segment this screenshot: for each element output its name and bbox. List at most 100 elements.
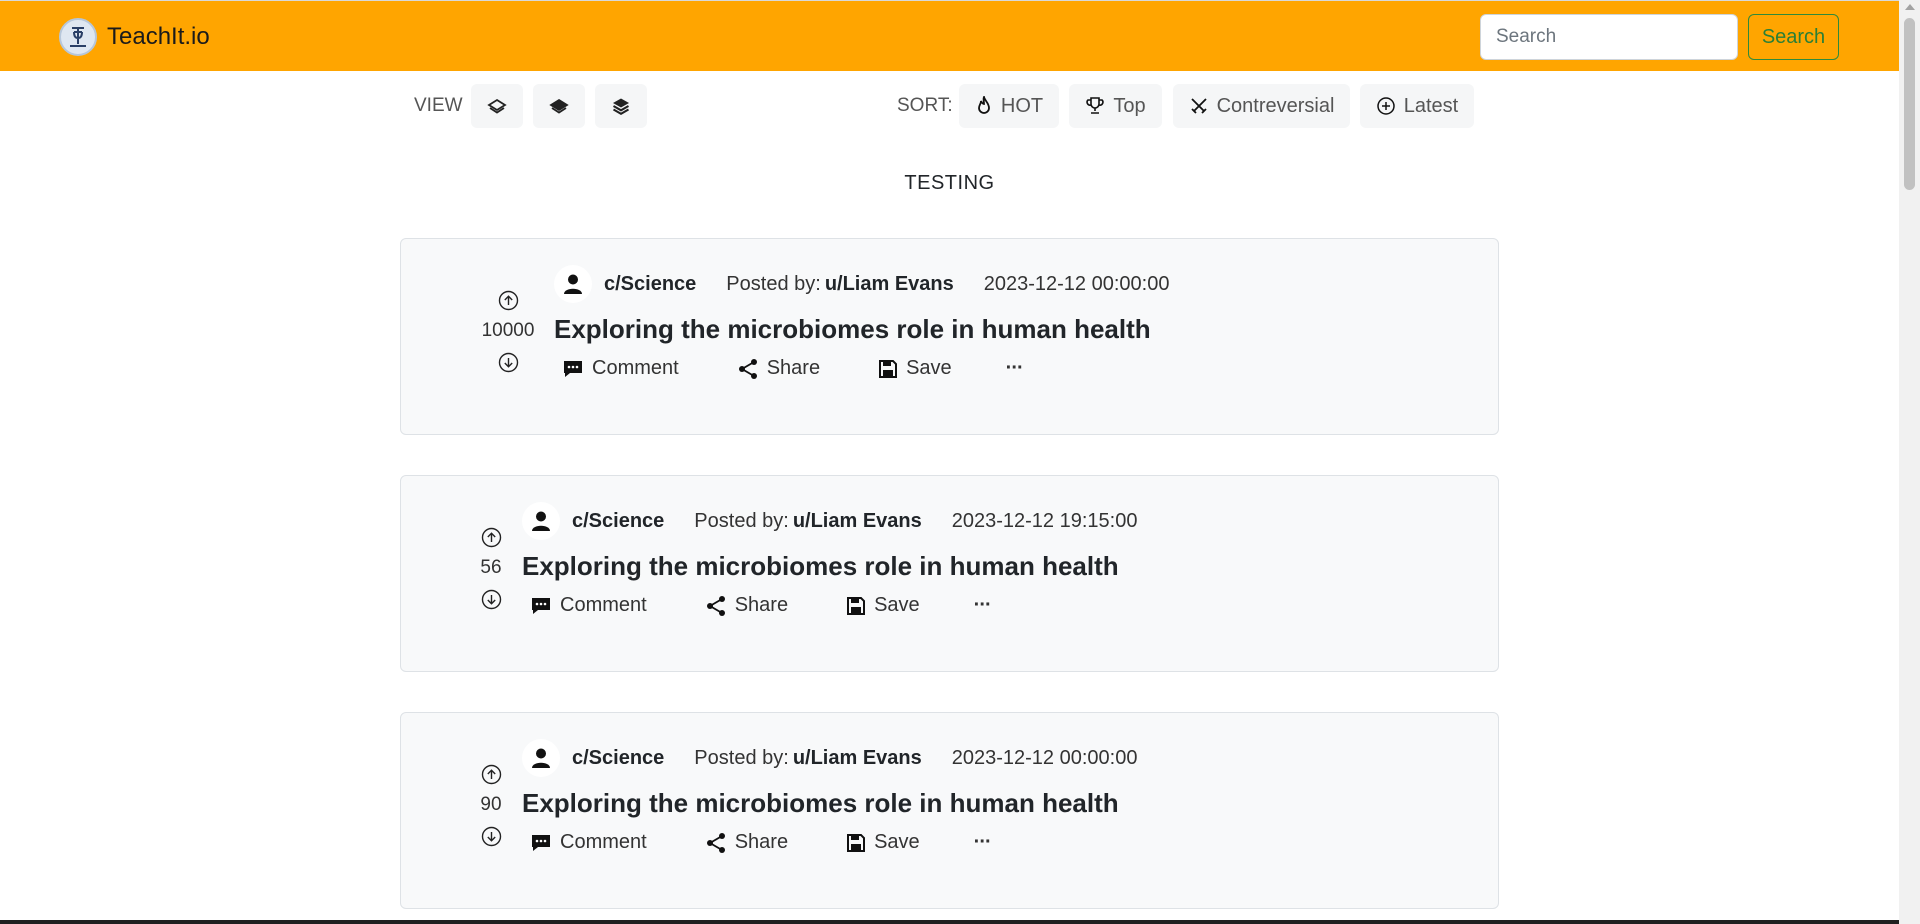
layers-filled-icon (611, 96, 631, 116)
share-icon (706, 595, 725, 616)
floppy-disk-icon (847, 596, 866, 615)
post-body: c/Science Posted by: u/Liam Evans 2023-1… (522, 501, 1137, 617)
comment-icon (532, 834, 550, 851)
post-actions: Comment Share Save ··· (522, 594, 1137, 617)
post-timestamp: 2023-12-12 00:00:00 (983, 272, 1170, 295)
post-meta: c/Science Posted by: u/Liam Evans 2023-1… (522, 501, 1137, 541)
post-title[interactable]: Exploring the microbiomes role in human … (554, 314, 1169, 345)
view-button-card[interactable] (471, 84, 523, 128)
top-navbar: TeachIt.io Search (0, 0, 1899, 71)
save-label: Save (874, 594, 920, 616)
search-button[interactable]: Search (1748, 14, 1839, 60)
posted-by-label: Posted by: (694, 509, 789, 532)
logo-icon (59, 18, 97, 56)
scroll-up-arrow-icon[interactable] (1905, 4, 1915, 10)
community-link[interactable]: c/Science (604, 273, 696, 296)
view-button-classic[interactable] (533, 84, 585, 128)
plus-circle-icon (1376, 96, 1396, 116)
view-button-compact[interactable] (595, 84, 647, 128)
downvote-button[interactable] (480, 825, 502, 847)
downvote-button[interactable] (497, 351, 519, 373)
sort-contreversial-button[interactable]: Contreversial (1173, 84, 1350, 128)
save-button[interactable]: Save (878, 357, 952, 380)
sort-latest-button[interactable]: Latest (1360, 84, 1474, 128)
arrow-down-circle-icon (481, 589, 501, 609)
user-avatar-icon (554, 265, 592, 303)
arrow-up-circle-icon (481, 764, 501, 784)
sort-hot-label: HOT (1000, 94, 1044, 117)
share-label: Share (734, 831, 789, 853)
comment-button[interactable]: Comment (530, 594, 647, 617)
brand-link[interactable]: TeachIt.io (59, 18, 210, 56)
more-options-button[interactable]: ··· (973, 831, 992, 854)
save-label: Save (874, 831, 920, 853)
posted-by-label: Posted by: (726, 272, 821, 295)
share-button[interactable]: Share (705, 831, 788, 854)
post-body: c/Science Posted by: u/Liam Evans 2023-1… (522, 738, 1137, 854)
post-timestamp: 2023-12-12 19:15:00 (951, 509, 1138, 532)
vertical-scrollbar[interactable] (1899, 0, 1920, 924)
community-link[interactable]: c/Science (572, 510, 664, 533)
page: TeachIt.io Search VIEW SORT: HOT Top (0, 0, 1899, 924)
post-card[interactable]: 56 c/Science Posted by: u/Liam Evans 202… (400, 475, 1499, 672)
search-input[interactable] (1480, 14, 1738, 60)
post-meta: c/Science Posted by: u/Liam Evans 2023-1… (522, 738, 1137, 778)
arrow-up-circle-icon (481, 527, 501, 547)
comment-label: Comment (592, 357, 679, 379)
arrow-up-circle-icon (498, 290, 518, 310)
comment-button[interactable]: Comment (562, 357, 679, 380)
sort-label: SORT: (897, 95, 953, 116)
upvote-button[interactable] (480, 763, 502, 785)
vote-column: 56 (456, 526, 526, 610)
vote-column: 10000 (473, 289, 543, 373)
upvote-button[interactable] (497, 289, 519, 311)
post-actions: Comment Share Save ··· (522, 831, 1137, 854)
comment-label: Comment (560, 831, 647, 853)
post-title[interactable]: Exploring the microbiomes role in human … (522, 788, 1137, 819)
share-button[interactable]: Share (737, 357, 820, 380)
upvote-button[interactable] (480, 526, 502, 548)
crossed-swords-icon (1189, 96, 1209, 116)
more-options-button[interactable]: ··· (1005, 357, 1024, 380)
downvote-button[interactable] (480, 588, 502, 610)
comment-button[interactable]: Comment (530, 831, 647, 854)
sort-latest-label: Latest (1403, 94, 1459, 117)
share-icon (738, 358, 757, 379)
view-label: VIEW (414, 95, 463, 116)
share-label: Share (734, 594, 789, 616)
brand-name: TeachIt.io (107, 23, 210, 50)
more-options-button[interactable]: ··· (973, 594, 992, 617)
ellipsis-icon: ··· (973, 594, 992, 616)
ellipsis-icon: ··· (973, 831, 992, 853)
section-title: TESTING (904, 172, 995, 194)
comment-icon (532, 597, 550, 614)
fire-icon (975, 96, 993, 116)
save-button[interactable]: Save (846, 594, 920, 617)
posted-by-label: Posted by: (694, 746, 789, 769)
sort-top-label: Top (1113, 94, 1146, 117)
sort-top-button[interactable]: Top (1069, 84, 1162, 128)
share-button[interactable]: Share (705, 594, 788, 617)
post-actions: Comment Share Save ··· (554, 357, 1169, 380)
window-bottom-edge (0, 920, 1899, 924)
vote-count: 90 (480, 794, 502, 815)
post-card[interactable]: 10000 c/Science Posted by: u/Liam Evans … (400, 238, 1499, 435)
post-card[interactable]: 90 c/Science Posted by: u/Liam Evans 202… (400, 712, 1499, 909)
username-link[interactable]: u/Liam Evans (825, 273, 954, 296)
post-body: c/Science Posted by: u/Liam Evans 2023-1… (554, 264, 1169, 380)
sort-contreversial-label: Contreversial (1216, 94, 1335, 117)
save-button[interactable]: Save (846, 831, 920, 854)
share-label: Share (766, 357, 821, 379)
username-link[interactable]: u/Liam Evans (793, 747, 922, 770)
arrow-down-circle-icon (498, 352, 518, 372)
ellipsis-icon: ··· (1005, 357, 1024, 379)
vote-column: 90 (456, 763, 526, 847)
username-link[interactable]: u/Liam Evans (793, 510, 922, 533)
post-title[interactable]: Exploring the microbiomes role in human … (522, 551, 1137, 582)
sort-hot-button[interactable]: HOT (959, 84, 1059, 128)
user-avatar-icon (522, 502, 560, 540)
community-link[interactable]: c/Science (572, 747, 664, 770)
scrollbar-thumb[interactable] (1904, 18, 1915, 190)
vote-count: 10000 (481, 320, 535, 341)
floppy-disk-icon (879, 359, 898, 378)
